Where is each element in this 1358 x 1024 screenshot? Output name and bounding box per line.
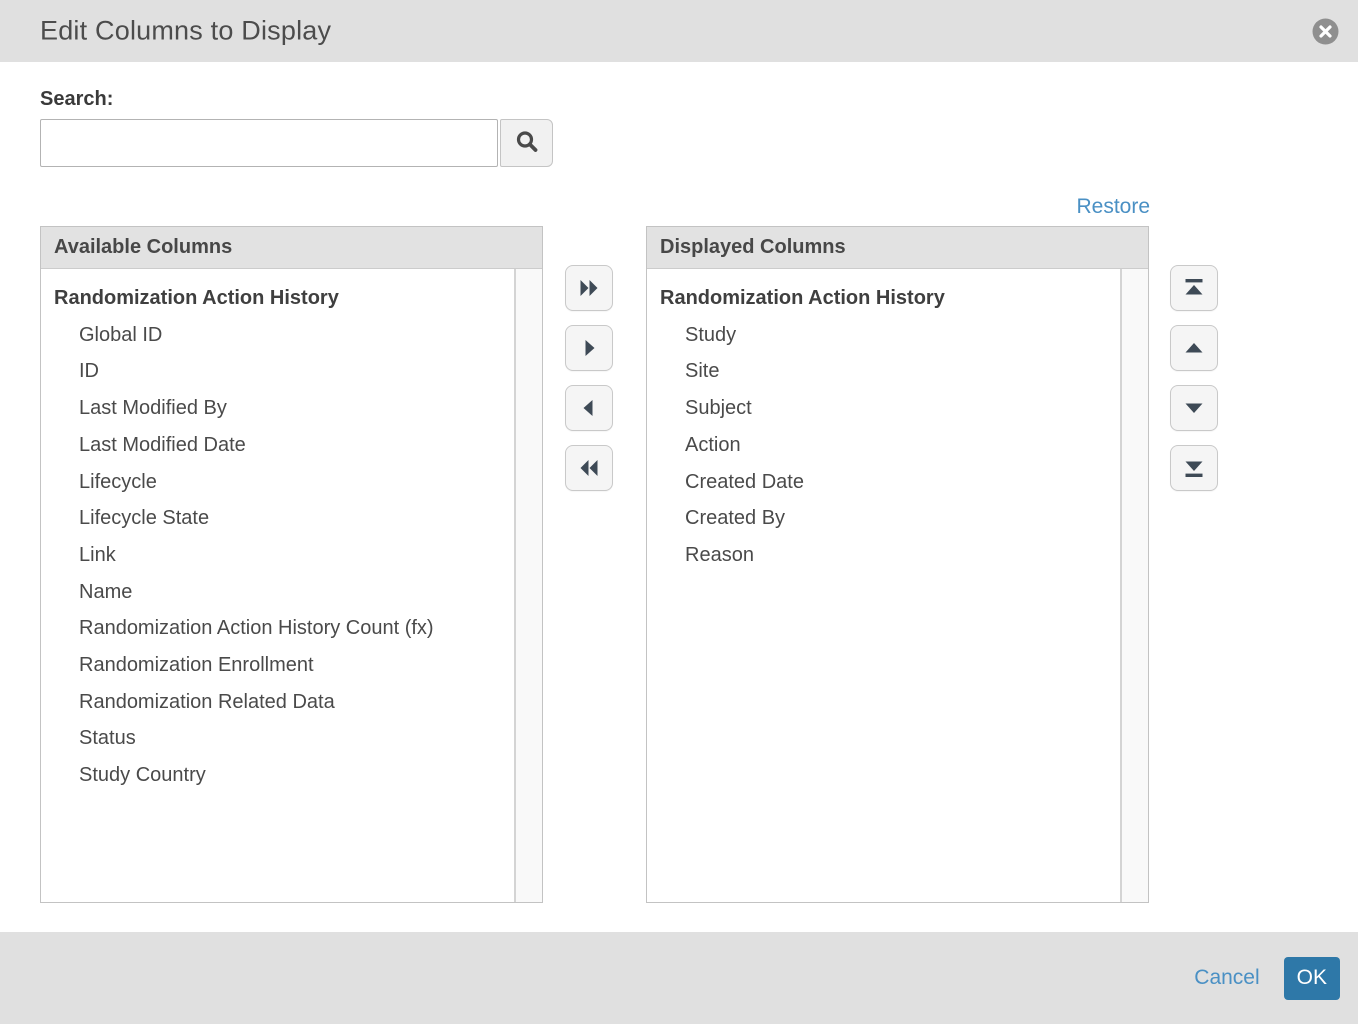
displayed-columns-panel: Displayed Columns Randomization Action H… bbox=[646, 226, 1149, 903]
move-down-button[interactable] bbox=[1170, 385, 1218, 431]
arrow-left-icon bbox=[576, 395, 602, 421]
edit-columns-dialog: Edit Columns to Display Search: Restore bbox=[0, 0, 1358, 1024]
arrow-down-icon bbox=[1180, 394, 1208, 422]
transfer-button-column bbox=[565, 265, 613, 491]
column-item[interactable]: Site bbox=[660, 353, 1120, 390]
move-up-button[interactable] bbox=[1170, 325, 1218, 371]
cancel-link[interactable]: Cancel bbox=[1194, 966, 1259, 990]
close-icon bbox=[1312, 32, 1339, 49]
search-input[interactable] bbox=[40, 119, 498, 167]
dialog-footer: Cancel OK bbox=[0, 932, 1358, 1024]
move-left-button[interactable] bbox=[565, 385, 613, 431]
double-arrow-right-icon bbox=[576, 275, 602, 301]
available-columns-list: Randomization Action History Global IDID… bbox=[41, 269, 514, 902]
displayed-columns-list: Randomization Action History StudySiteSu… bbox=[647, 269, 1120, 902]
close-button[interactable] bbox=[1312, 18, 1339, 45]
column-item[interactable]: Status bbox=[54, 720, 514, 757]
column-item[interactable]: Randomization Related Data bbox=[54, 684, 514, 721]
column-item[interactable]: Randomization Enrollment bbox=[54, 647, 514, 684]
column-item[interactable]: Lifecycle State bbox=[54, 500, 514, 537]
column-item[interactable]: Action bbox=[660, 427, 1120, 464]
column-item[interactable]: Subject bbox=[660, 390, 1120, 427]
column-group-title: Randomization Action History bbox=[54, 280, 514, 317]
displayed-columns-header: Displayed Columns bbox=[647, 227, 1148, 269]
column-item[interactable]: Study Country bbox=[54, 757, 514, 794]
double-arrow-left-icon bbox=[576, 455, 602, 481]
restore-link[interactable]: Restore bbox=[1076, 195, 1150, 219]
arrow-up-icon bbox=[1180, 334, 1208, 362]
available-columns-panel: Available Columns Randomization Action H… bbox=[40, 226, 543, 903]
column-item[interactable]: Name bbox=[54, 574, 514, 611]
column-item[interactable]: Reason bbox=[660, 537, 1120, 574]
column-item[interactable]: ID bbox=[54, 353, 514, 390]
search-row bbox=[40, 119, 553, 167]
column-item[interactable]: Created Date bbox=[660, 464, 1120, 501]
magnifier-icon bbox=[512, 127, 542, 160]
column-item[interactable]: Global ID bbox=[54, 317, 514, 354]
column-item[interactable]: Study bbox=[660, 317, 1120, 354]
move-right-button[interactable] bbox=[565, 325, 613, 371]
available-columns-header: Available Columns bbox=[41, 227, 542, 269]
move-to-top-button[interactable] bbox=[1170, 265, 1218, 311]
displayed-scrollbar[interactable] bbox=[1120, 269, 1148, 902]
search-button[interactable] bbox=[500, 119, 553, 167]
column-item[interactable]: Last Modified By bbox=[54, 390, 514, 427]
available-scrollbar[interactable] bbox=[514, 269, 542, 902]
column-item[interactable]: Last Modified Date bbox=[54, 427, 514, 464]
ok-button[interactable]: OK bbox=[1284, 957, 1340, 1000]
arrow-right-icon bbox=[576, 335, 602, 361]
column-group-title: Randomization Action History bbox=[660, 280, 1120, 317]
column-item[interactable]: Randomization Action History Count (fx) bbox=[54, 610, 514, 647]
column-item[interactable]: Link bbox=[54, 537, 514, 574]
move-all-left-button[interactable] bbox=[565, 445, 613, 491]
dialog-title: Edit Columns to Display bbox=[40, 16, 331, 47]
move-to-bottom-icon bbox=[1180, 454, 1208, 482]
move-all-right-button[interactable] bbox=[565, 265, 613, 311]
dialog-titlebar: Edit Columns to Display bbox=[0, 0, 1358, 62]
move-to-top-icon bbox=[1180, 274, 1208, 302]
reorder-button-column bbox=[1170, 265, 1218, 491]
column-item[interactable]: Created By bbox=[660, 500, 1120, 537]
move-to-bottom-button[interactable] bbox=[1170, 445, 1218, 491]
column-item[interactable]: Lifecycle bbox=[54, 464, 514, 501]
search-label: Search: bbox=[40, 88, 113, 111]
